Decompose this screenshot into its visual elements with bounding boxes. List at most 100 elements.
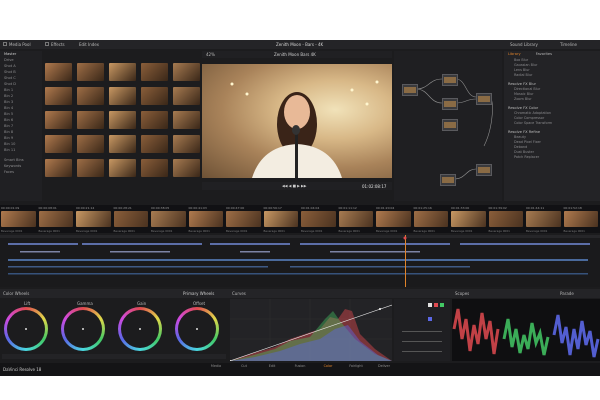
filmstrip-clip[interactable]: 00:01:52:18 Beverage 0001 bbox=[563, 205, 600, 233]
tab-timeline[interactable]: Timeline bbox=[560, 42, 577, 47]
play-controls[interactable]: ◀◀ ◀ ■ ▶ ▶▶ bbox=[282, 184, 307, 189]
filmstrip-clip[interactable]: 00:01:33:00 Beverage 0001 bbox=[450, 205, 487, 233]
mini-timeline[interactable] bbox=[0, 235, 600, 287]
node-07[interactable] bbox=[476, 164, 492, 176]
clip-timecode: 00:00:21:14 bbox=[76, 206, 95, 210]
media-thumbnail[interactable] bbox=[141, 135, 168, 153]
media-thumbnail[interactable] bbox=[173, 135, 200, 153]
media-thumbnail[interactable] bbox=[77, 135, 104, 153]
clip-timecode: 00:01:11:12 bbox=[338, 206, 357, 210]
filmstrip-clip[interactable]: 00:00:08:01 Beverage 0001 bbox=[38, 205, 75, 233]
media-thumbnail[interactable] bbox=[45, 111, 72, 129]
primary-wheels-mode[interactable]: Primary Wheels bbox=[183, 291, 214, 296]
node-03[interactable] bbox=[442, 98, 458, 110]
clip-caption: Beverage 0001 bbox=[113, 229, 135, 233]
clip-thumbnail bbox=[188, 211, 223, 227]
filmstrip-clip[interactable]: 00:00:28:21 Beverage 0001 bbox=[113, 205, 150, 233]
effects-icon[interactable] bbox=[45, 42, 49, 46]
media-thumbnail[interactable] bbox=[141, 159, 168, 177]
filmstrip-clip[interactable]: 00:00:38:05 Beverage 0001 bbox=[150, 205, 187, 233]
library-item[interactable]: Color Space Transform bbox=[504, 121, 600, 126]
clip-thumbnail bbox=[413, 211, 448, 227]
media-thumbnail[interactable] bbox=[141, 63, 168, 81]
filmstrip-clip[interactable]: 00:01:25:16 Beverage 0001 bbox=[413, 205, 450, 233]
library-item[interactable]: Patch Replacer bbox=[504, 155, 600, 160]
tab-media-pool[interactable]: Media Pool bbox=[9, 42, 31, 47]
node-editor[interactable] bbox=[394, 51, 502, 201]
page-tab-edit[interactable]: Edit bbox=[261, 364, 283, 368]
media-thumbnail[interactable] bbox=[45, 63, 72, 81]
viewer-zoom[interactable]: 42% bbox=[206, 52, 215, 57]
tab-edit-index[interactable]: Edit Index bbox=[79, 42, 99, 47]
sidebar-item[interactable]: Faces bbox=[0, 169, 42, 175]
media-thumbnail[interactable] bbox=[109, 111, 136, 129]
library-item[interactable]: Radial Blur bbox=[504, 73, 600, 78]
node-05[interactable] bbox=[476, 93, 492, 105]
page-tab-deliver[interactable]: Deliver bbox=[373, 364, 395, 368]
media-thumbnail[interactable] bbox=[109, 135, 136, 153]
media-thumbnail[interactable] bbox=[45, 135, 72, 153]
effects-library-panel: Library Favorites Box Blur Gaussian Blur… bbox=[504, 51, 600, 201]
media-thumbnail[interactable] bbox=[109, 87, 136, 105]
library-item[interactable]: Zoom Blur bbox=[504, 97, 600, 102]
filmstrip-clip[interactable]: 00:00:56:17 Beverage 0001 bbox=[263, 205, 300, 233]
lift-wheel[interactable] bbox=[4, 307, 48, 351]
media-thumbnail[interactable] bbox=[77, 159, 104, 177]
filmstrip-clip[interactable]: 00:00:47:00 Beverage 0001 bbox=[225, 205, 262, 233]
media-thumbnail[interactable] bbox=[77, 63, 104, 81]
page-tab-color[interactable]: Color bbox=[317, 364, 339, 368]
filmstrip-clip[interactable]: 00:01:20:04 Beverage 0001 bbox=[375, 205, 412, 233]
curve-green-swatch[interactable] bbox=[440, 303, 444, 307]
media-pool-icon[interactable] bbox=[3, 42, 7, 46]
sidebar-item[interactable]: Bin 11 bbox=[0, 147, 42, 153]
filmstrip-clip[interactable]: 00:01:04:04 Beverage 0001 bbox=[300, 205, 337, 233]
tab-effects[interactable]: Effects bbox=[51, 42, 65, 47]
curve-red-swatch[interactable] bbox=[434, 303, 438, 307]
clip-thumbnail bbox=[38, 211, 73, 227]
curve-y-swatch[interactable] bbox=[428, 303, 432, 307]
filmstrip-clip[interactable]: 00:01:11:12 Beverage 0001 bbox=[338, 205, 375, 233]
media-thumbnail[interactable] bbox=[45, 87, 72, 105]
gamma-wheel[interactable] bbox=[61, 307, 105, 351]
media-thumbnail[interactable] bbox=[77, 111, 104, 129]
media-thumbnail[interactable] bbox=[173, 111, 200, 129]
page-tab-fairlight[interactable]: Fairlight bbox=[345, 364, 367, 368]
tab-sound-library[interactable]: Sound Library bbox=[510, 42, 538, 47]
high-slider[interactable] bbox=[402, 351, 442, 352]
scopes-mode[interactable]: Parade bbox=[560, 291, 574, 296]
page-tab-cut[interactable]: Cut bbox=[233, 364, 255, 368]
offset-wheel[interactable] bbox=[175, 307, 219, 351]
node-06[interactable] bbox=[440, 174, 456, 186]
media-thumbnail[interactable] bbox=[77, 87, 104, 105]
filmstrip-clip[interactable]: 00:00:21:14 Beverage 0001 bbox=[75, 205, 112, 233]
media-thumbnail[interactable] bbox=[109, 63, 136, 81]
wheel-adjust-bar[interactable] bbox=[2, 354, 226, 359]
filmstrip-clip[interactable]: 00:00:01:09 Beverage 0001 bbox=[0, 205, 37, 233]
filmstrip-clip[interactable]: 00:01:39:02 Beverage 0001 bbox=[488, 205, 525, 233]
media-thumbnail[interactable] bbox=[141, 87, 168, 105]
clip-timecode: 00:01:33:00 bbox=[451, 206, 470, 210]
filmstrip-clip[interactable]: 00:00:41:03 Beverage 0001 bbox=[188, 205, 225, 233]
media-thumbnail[interactable] bbox=[45, 159, 72, 177]
node-01[interactable] bbox=[402, 84, 418, 96]
media-thumbnail[interactable] bbox=[173, 159, 200, 177]
curves-panel[interactable] bbox=[230, 299, 392, 361]
media-thumbnail[interactable] bbox=[141, 111, 168, 129]
clip-thumbnail bbox=[226, 211, 261, 227]
node-04[interactable] bbox=[442, 119, 458, 131]
media-thumbnail[interactable] bbox=[173, 87, 200, 105]
media-thumbnail[interactable] bbox=[173, 63, 200, 81]
filmstrip-clip[interactable]: 00:01:44:11 Beverage 0001 bbox=[525, 205, 562, 233]
clip-thumbnail bbox=[526, 211, 561, 227]
gain-wheel[interactable] bbox=[118, 307, 162, 351]
soft-clip-slider[interactable] bbox=[402, 331, 442, 332]
favorites-tab[interactable]: Favorites bbox=[536, 52, 552, 56]
node-02[interactable] bbox=[442, 74, 458, 86]
media-thumbnail[interactable] bbox=[109, 159, 136, 177]
low-slider[interactable] bbox=[402, 341, 442, 342]
viewer-image[interactable] bbox=[202, 64, 392, 178]
page-tab-fusion[interactable]: Fusion bbox=[289, 364, 311, 368]
curve-blue-swatch[interactable] bbox=[428, 317, 432, 321]
library-tab[interactable]: Library bbox=[508, 52, 521, 56]
page-tab-media[interactable]: Media bbox=[205, 364, 227, 368]
